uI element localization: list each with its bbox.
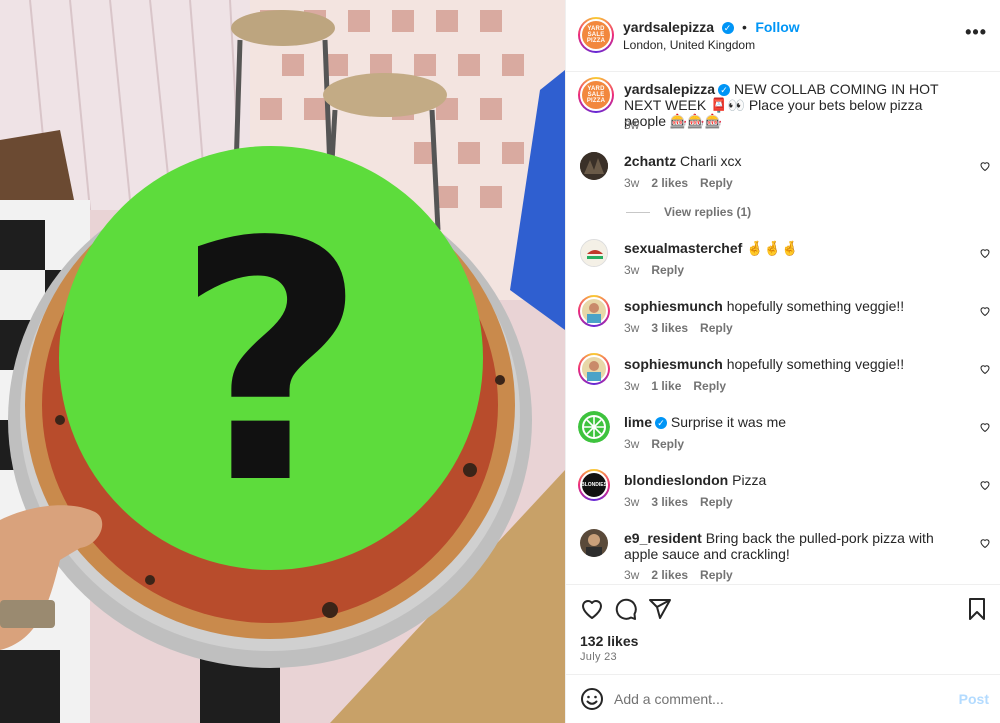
share-icon[interactable] (648, 597, 672, 621)
comment-likes[interactable]: 3 likes (651, 495, 688, 509)
heart-icon[interactable] (979, 160, 991, 172)
like-heart-icon[interactable] (580, 597, 604, 621)
comment-avatar[interactable] (578, 353, 610, 385)
avatar-image (580, 152, 608, 180)
reply-button[interactable]: Reply (700, 321, 733, 335)
comment-username[interactable]: sophiesmunch (624, 298, 723, 314)
reply-button[interactable]: Reply (693, 379, 726, 393)
reply-button[interactable]: Reply (700, 495, 733, 509)
save-bookmark-icon[interactable] (965, 597, 989, 621)
heart-icon[interactable] (979, 421, 991, 433)
comments-list[interactable]: YARD SALE PIZZA yardsalepizza ✓ NEW COLLA… (566, 72, 1000, 584)
post-header: YARD SALE PIZZA yardsalepizza ✓ • Follow… (566, 0, 1000, 72)
comment-text: 🤞🤞🤞 (746, 240, 799, 256)
comment-time[interactable]: 3w (624, 495, 639, 509)
view-replies-label: View replies (1) (664, 205, 752, 219)
reply-button[interactable]: Reply (651, 263, 684, 277)
comment-avatar[interactable] (578, 295, 610, 327)
heart-icon[interactable] (979, 363, 991, 375)
post-photo[interactable]: ? (0, 0, 565, 723)
lime-logo-icon (578, 411, 610, 443)
add-comment-bar: Post (566, 674, 1000, 723)
comment-time[interactable]: 3w (624, 321, 639, 335)
comment-item: lime ✓ Surprise it was me 3w Reply (566, 411, 1000, 469)
heart-icon[interactable] (979, 305, 991, 317)
comment-time[interactable]: 3w (624, 379, 639, 393)
heart-icon[interactable] (979, 479, 991, 491)
comment-time[interactable]: 3w (624, 568, 639, 582)
question-mark: ? (175, 172, 366, 556)
post-location[interactable]: London, United Kingdom (623, 38, 755, 52)
comment-likes[interactable]: 3 likes (651, 321, 688, 335)
comment-text: hopefully something veggie!! (726, 298, 905, 314)
separator-dot: • (741, 19, 747, 35)
comment-avatar[interactable] (580, 529, 608, 557)
reply-button[interactable]: Reply (700, 568, 733, 582)
avatar-image (580, 529, 608, 557)
verified-icon: ✓ (655, 417, 668, 430)
comment-text: hopefully something veggie!! (726, 356, 905, 372)
emoji-icon[interactable] (580, 687, 604, 711)
comment-item: sophiesmunch hopefully something veggie!… (566, 295, 1000, 353)
comment-icon[interactable] (614, 597, 638, 621)
comment-likes[interactable]: 2 likes (651, 568, 688, 582)
follow-button[interactable]: Follow (755, 19, 799, 35)
more-options-icon[interactable]: ••• (965, 22, 987, 43)
caption-time[interactable]: 3w (624, 118, 639, 132)
pizza-photo-illustration: ? (0, 0, 565, 723)
comment-input[interactable] (614, 687, 934, 711)
post-comment-button[interactable]: Post (959, 691, 989, 707)
verified-icon: ✓ (718, 84, 731, 97)
author-avatar[interactable]: YARD SALE PIZZA (578, 17, 614, 53)
comment-username[interactable]: sexualmasterchef (624, 240, 742, 256)
comment-time[interactable]: 3w (624, 263, 639, 277)
caption-avatar[interactable]: YARD SALE PIZZA (578, 77, 614, 113)
comment-username[interactable]: lime (624, 414, 652, 430)
comment-item: e9_resident Bring back the pulled-pork p… (566, 527, 1000, 584)
author-username[interactable]: yardsalepizza (623, 19, 714, 35)
blondies-logo-text: BLONDIES (581, 482, 607, 488)
view-replies-button[interactable]: View replies (1) (626, 205, 751, 219)
avatar-logo-text: YARD SALE PIZZA (586, 86, 606, 104)
reply-button[interactable]: Reply (700, 176, 733, 190)
likes-count[interactable]: 132 likes (580, 633, 638, 649)
comment-item: sophiesmunch hopefully something veggie!… (566, 353, 1000, 411)
caption-text-block: yardsalepizza ✓ NEW COLLAB COMING IN HOT … (624, 81, 964, 129)
caption-meta: 3w (624, 118, 651, 132)
comment-username[interactable]: blondieslondon (624, 472, 728, 488)
comment-item: sexualmasterchef 🤞🤞🤞 3w Reply (566, 237, 1000, 295)
heart-icon[interactable] (979, 247, 991, 259)
comment-avatar[interactable] (580, 239, 608, 267)
post-actions: 132 likes July 23 (566, 584, 1000, 684)
post-date[interactable]: July 23 (580, 651, 617, 663)
avatar-logo-text: YARD SALE PIZZA (586, 26, 606, 44)
reply-button[interactable]: Reply (651, 437, 684, 451)
comment-time[interactable]: 3w (624, 176, 639, 190)
avatar-image (587, 303, 601, 323)
replies-line (626, 212, 650, 214)
comment-text: Surprise it was me (670, 414, 787, 430)
avatar-image (581, 240, 607, 266)
verified-icon: ✓ (721, 21, 734, 34)
comment-avatar[interactable]: BLONDIES (578, 469, 610, 501)
comment-text: Charli xcx (680, 153, 742, 169)
caption-username[interactable]: yardsalepizza (624, 81, 715, 97)
comment-text: Pizza (732, 472, 767, 488)
heart-icon[interactable] (979, 537, 991, 549)
comment-avatar[interactable] (580, 152, 608, 180)
comment-likes[interactable]: 1 like (651, 379, 681, 393)
comment-time[interactable]: 3w (624, 437, 639, 451)
comment-username[interactable]: 2chantz (624, 153, 676, 169)
comment-avatar[interactable] (578, 411, 610, 443)
post-sidebar: YARD SALE PIZZA yardsalepizza ✓ • Follow… (565, 0, 1000, 723)
comment-likes[interactable]: 2 likes (651, 176, 688, 190)
comment-item: BLONDIES blondieslondon Pizza 3w 3 likes R… (566, 469, 1000, 527)
comment-username[interactable]: e9_resident (624, 530, 702, 546)
comment-item: 2chantz Charli xcx 3w 2 likes Reply (566, 150, 1000, 210)
avatar-image (587, 361, 601, 381)
comment-username[interactable]: sophiesmunch (624, 356, 723, 372)
